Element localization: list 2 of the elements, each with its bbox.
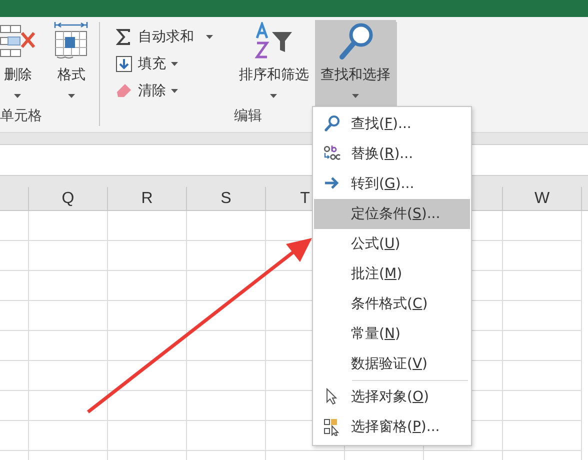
group-label: 单元格 <box>0 108 42 124</box>
group-label: 编辑 <box>234 108 262 124</box>
